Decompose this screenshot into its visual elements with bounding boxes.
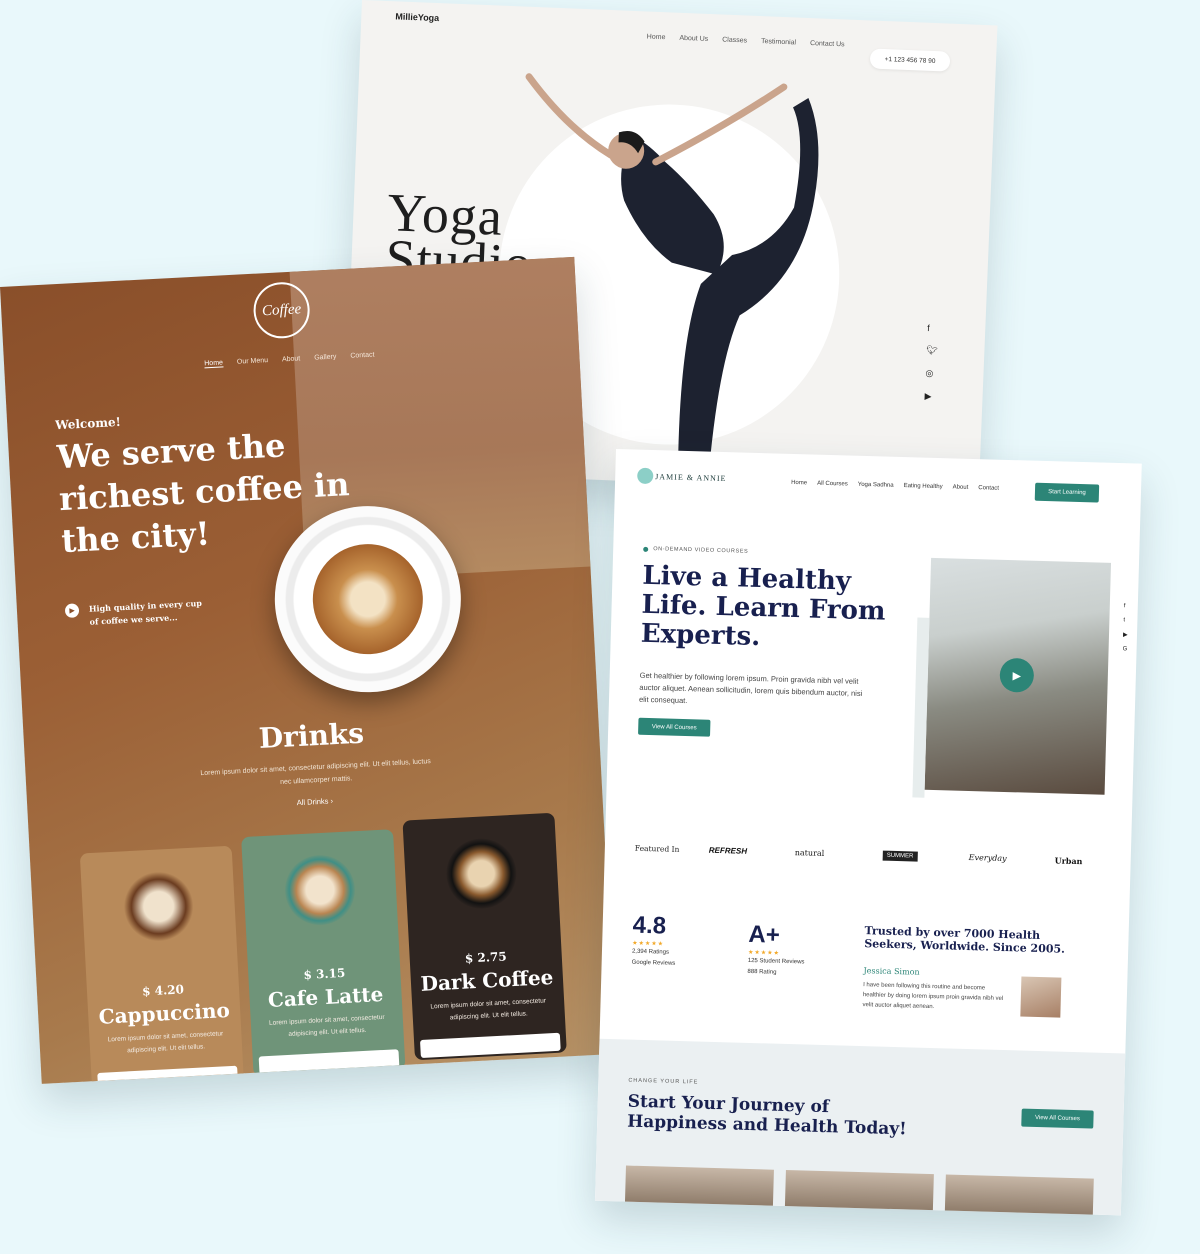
rating-students: A+ ★★★★★ 125 Student Reviews 888 Rating (747, 921, 805, 980)
start-learning-button[interactable]: Start Learning (1034, 482, 1100, 503)
drinks-description: Lorem ipsum dolor sit amet, consectetur … (200, 758, 431, 787)
all-drinks-label: All Drinks (296, 796, 329, 808)
coffee-play-row[interactable]: ▶ High quality in every cup of coffee we… (64, 597, 210, 631)
drink-name: Cappuccino (98, 997, 231, 1029)
drink-name: Cafe Latte (267, 981, 384, 1012)
instagram-icon[interactable]: ◎ (925, 368, 937, 379)
health-eyebrow: ON-DEMAND VIDEO COURSES (643, 546, 748, 555)
health-nav-contact[interactable]: Contact (978, 485, 999, 492)
drink-name: Dark Coffee (420, 965, 554, 996)
health-hero-heading: Live a Healthy Life. Learn From Experts. (640, 560, 886, 653)
drink-order-button[interactable] (258, 1049, 400, 1075)
health-nav-eating[interactable]: Eating Healthy (904, 483, 943, 490)
testimonial-name: Jessica Simon (863, 966, 920, 977)
coffee-nav-contact[interactable]: Contact (350, 351, 375, 360)
coffee-nav-home[interactable]: Home (204, 359, 224, 369)
dark-coffee-cup-image (444, 836, 519, 911)
health-nav-courses[interactable]: All Courses (817, 481, 848, 488)
yoga-phone-button[interactable]: +1 123 456 78 90 (869, 48, 951, 72)
health-logo[interactable]: JAMIE & ANNIE (637, 467, 727, 486)
youtube-icon[interactable]: ▶ (1123, 631, 1128, 638)
coffee-nav-menu[interactable]: Our Menu (237, 357, 269, 367)
course-thumbnail[interactable] (624, 1165, 774, 1210)
drink-card-cappuccino[interactable]: $ 4.20 Cappuccino Lorem ipsum dolor sit … (79, 845, 245, 1084)
health-social-bar: f t ▶ G (1123, 603, 1129, 652)
drink-card-latte[interactable]: $ 3.15 Cafe Latte Lorem ipsum dolor sit … (241, 829, 406, 1077)
view-all-courses-button[interactable]: View All Courses (1021, 1108, 1094, 1129)
featured-logo-summer: SUMMER (882, 850, 918, 862)
testimonial-text: I have been following this routine and b… (862, 982, 1004, 1011)
facebook-icon[interactable]: f (1124, 603, 1129, 609)
rating-value: 4.8 (632, 911, 667, 940)
rating-source: Google Reviews (631, 959, 676, 967)
yoga-nav-about[interactable]: About Us (679, 35, 708, 43)
drink-description: Lorem ipsum dolor sit amet, consectetur … (430, 997, 547, 1022)
coffee-play-text: High quality in every cup of coffee we s… (88, 597, 203, 627)
yoga-brand[interactable]: MillieYoga (395, 11, 439, 23)
health-nav-about[interactable]: About (953, 484, 969, 490)
drink-description: Lorem ipsum dolor sit amet, consectetur … (268, 1013, 385, 1038)
rating-source: 888 Rating (747, 968, 777, 976)
testimonial-avatar (1020, 976, 1062, 1018)
rating-google: 4.8 ★★★★★ 2,394 Ratings Google Reviews (631, 912, 676, 970)
yoga-social-bar: f 🐦︎ ◎ ▶ (924, 323, 939, 402)
twitter-icon[interactable]: t (1123, 617, 1128, 623)
journey-heading: Start Your Journey of Happiness and Heal… (626, 1091, 907, 1140)
health-nav-home[interactable]: Home (791, 480, 807, 486)
logo-circle-icon (637, 467, 654, 485)
coffee-nav-about[interactable]: About (282, 355, 301, 364)
course-thumbnail[interactable] (944, 1174, 1094, 1216)
health-eyebrow-text: ON-DEMAND VIDEO COURSES (653, 546, 749, 555)
rating-value: A+ (748, 920, 781, 949)
drink-order-button[interactable] (419, 1032, 561, 1059)
course-thumbnail[interactable] (784, 1170, 934, 1215)
featured-logo-everyday: Everyday (968, 853, 1007, 864)
drink-card-dark-coffee[interactable]: $ 2.75 Dark Coffee Lorem ipsum dolor sit… (402, 812, 567, 1061)
trust-heading: Trusted by over 7000 Health Seekers, Wor… (864, 924, 1066, 956)
google-icon[interactable]: G (1123, 646, 1128, 652)
coffee-welcome: Welcome! (54, 414, 122, 433)
view-courses-button[interactable]: View All Courses (638, 717, 711, 737)
coffee-nav-gallery[interactable]: Gallery (314, 353, 337, 362)
featured-logo-natural: natural (794, 848, 825, 858)
health-logo-text: JAMIE & ANNIE (655, 471, 727, 483)
health-nav: Home All Courses Yoga Sadhna Eating Heal… (791, 480, 999, 492)
health-nav-yoga[interactable]: Yoga Sadhna (858, 482, 894, 489)
featured-logo-urban: Urban (1054, 855, 1083, 867)
health-site-screenshot: JAMIE & ANNIE Home All Courses Yoga Sadh… (595, 449, 1142, 1216)
facebook-icon[interactable]: f (927, 323, 939, 333)
drink-order-button[interactable] (97, 1065, 239, 1084)
health-hero-text: Get healthier by following lorem ipsum. … (638, 670, 863, 706)
youtube-icon[interactable]: ▶ (924, 391, 936, 402)
yoga-nav-classes[interactable]: Classes (722, 36, 747, 44)
cappuccino-glass-image (121, 869, 196, 944)
featured-logo-refresh: REFRESH (708, 845, 748, 856)
bullet-dot-icon (643, 546, 649, 552)
play-icon[interactable]: ▶ (64, 603, 80, 619)
featured-in-label: Featured In (634, 843, 680, 854)
latte-cup-small-image (283, 853, 357, 927)
drinks-title: Drinks (258, 716, 365, 756)
coffee-site-screenshot: Coffee Home Our Menu About Gallery Conta… (0, 256, 616, 1084)
yoga-nav-home[interactable]: Home (647, 33, 666, 41)
yoga-nav-testimonial[interactable]: Testimonial (761, 38, 796, 46)
drink-description: Lorem ipsum dolor sit amet, consectetur … (107, 1030, 224, 1055)
twitter-icon[interactable]: 🐦︎ (926, 345, 938, 356)
yoga-nav-contact[interactable]: Contact Us (810, 40, 845, 48)
